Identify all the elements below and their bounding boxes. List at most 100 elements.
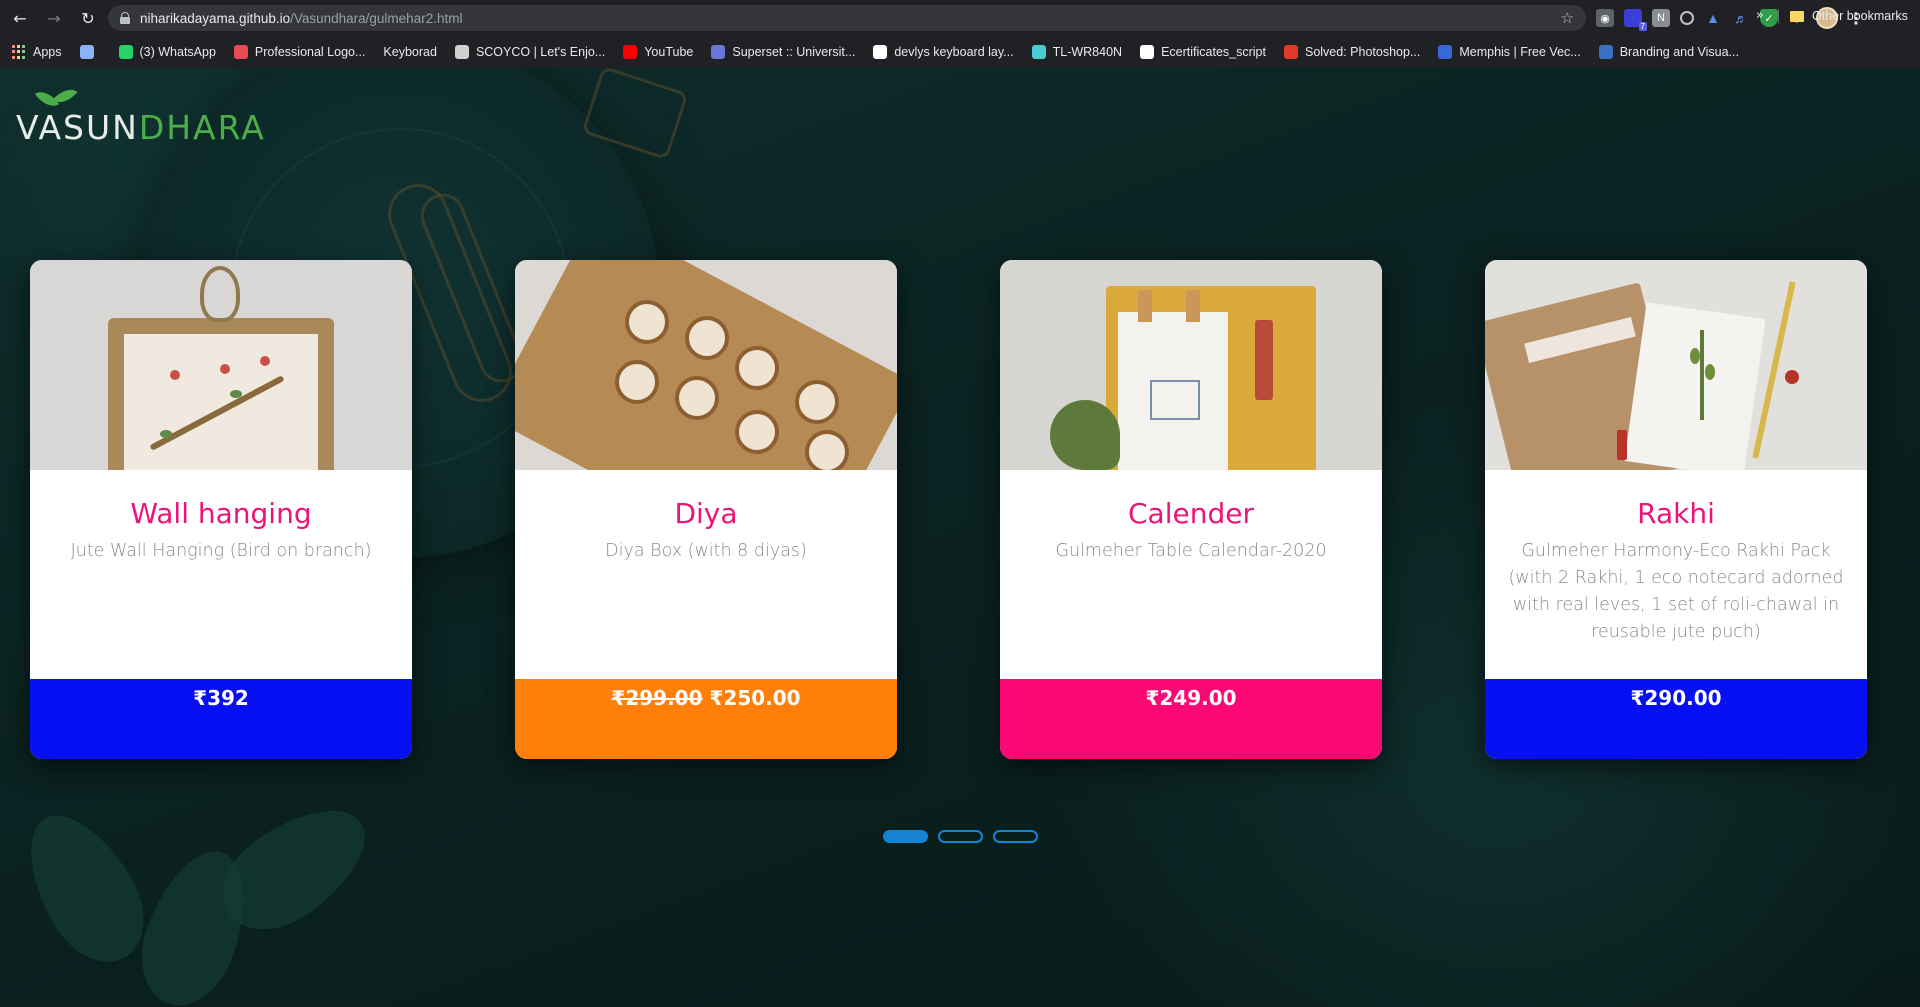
url-path: /Vasundhara/gulmehar2.html	[290, 10, 463, 26]
bookmark-label: TL-WR840N	[1052, 45, 1123, 59]
bookmark-item[interactable]: devlys keyboard lay...	[873, 45, 1014, 59]
camera-extension-icon[interactable]: ◉	[1596, 9, 1614, 27]
product-card-rakhi[interactable]: Rakhi Gulmeher Harmony-Eco Rakhi Pack (w…	[1485, 260, 1867, 759]
bookmark-label: Professional Logo...	[254, 45, 366, 59]
product-image-rakhi	[1485, 260, 1867, 470]
logo-maker-icon	[233, 45, 248, 59]
mail-icon	[79, 45, 94, 59]
bookmarks-overflow-icon[interactable]: »	[1756, 8, 1764, 23]
bookmark-item[interactable]: Professional Logo...	[233, 45, 366, 59]
other-bookmarks-label: Other bookmarks	[1812, 9, 1908, 23]
badge-extension-icon[interactable]	[1624, 9, 1648, 31]
freepik-icon	[1438, 45, 1453, 59]
carousel-dot-1[interactable]	[882, 830, 928, 843]
logo-text-part2: DHARA	[138, 108, 266, 147]
google-icon	[873, 45, 888, 59]
adobe-icon	[1283, 45, 1298, 59]
product-title: Diya	[674, 497, 738, 530]
product-price: ₹290.00	[1630, 686, 1722, 710]
back-icon[interactable]: ←	[6, 4, 34, 32]
n-extension-icon[interactable]: N	[1652, 9, 1670, 27]
bookmark-label: Apps	[33, 45, 62, 59]
volume-extension-icon[interactable]: ♬	[1732, 9, 1750, 27]
product-price-bar[interactable]: ₹290.00	[1485, 679, 1867, 759]
logo-text-part1: VASUN	[16, 108, 139, 147]
product-card-body: Rakhi Gulmeher Harmony-Eco Rakhi Pack (w…	[1485, 470, 1867, 679]
product-price: ₹249.00	[1145, 686, 1237, 710]
bookmark-item[interactable]: Solved: Photoshop...	[1283, 45, 1421, 59]
bookmark-label: YouTube	[644, 45, 694, 59]
product-description: Diya Box (with 8 diyas)	[605, 541, 807, 561]
bookmark-item[interactable]: Branding and Visua...	[1598, 45, 1740, 59]
bookmark-item[interactable]: Apps	[12, 45, 62, 59]
bookmark-item[interactable]: YouTube	[623, 45, 693, 59]
forward-icon[interactable]: →	[40, 4, 68, 32]
product-description: Gulmeher Table Calendar-2020	[1055, 541, 1327, 561]
carousel-dot-2[interactable]	[937, 830, 983, 843]
product-description: Gulmeher Harmony-Eco Rakhi Pack (with 2 …	[1508, 541, 1844, 642]
bookmark-item[interactable]: Ecertificates_script	[1140, 45, 1266, 59]
scoyco-icon	[454, 45, 469, 59]
site-logo[interactable]: VASUNDHARA	[16, 79, 316, 149]
ieee-icon	[1598, 45, 1613, 59]
bookmark-label: devlys keyboard lay...	[894, 45, 1014, 59]
bookmarks-divider	[1778, 9, 1779, 24]
page-content: VASUNDHARA Wall hanging Jute Wall Hangin…	[0, 68, 1920, 1007]
product-description: Jute Wall Hanging (Bird on branch)	[70, 541, 372, 561]
product-card-wall-hanging[interactable]: Wall hanging Jute Wall Hanging (Bird on …	[30, 260, 412, 759]
product-price-bar[interactable]: ₹249.00	[1000, 679, 1382, 759]
carousel-dot-3[interactable]	[992, 830, 1038, 843]
product-card-diya[interactable]: Diya Diya Box (with 8 diyas) ₹299.00 ₹25…	[515, 260, 897, 759]
record-extension-icon[interactable]	[1680, 11, 1694, 25]
bookmark-item[interactable]: TL-WR840N	[1031, 45, 1123, 59]
pin-extension-icon[interactable]: ▲	[1704, 9, 1722, 27]
bookmark-label: (3) WhatsApp	[139, 45, 216, 59]
browser-chrome: ← → ↻ niharikadayama.github.io/Vasundhar…	[0, 0, 1920, 68]
product-image-diya	[515, 260, 897, 470]
logo-text: VASUNDHARA	[16, 108, 266, 147]
address-bar[interactable]: niharikadayama.github.io/Vasundhara/gulm…	[108, 5, 1586, 31]
bookmark-label: Solved: Photoshop...	[1304, 45, 1421, 59]
product-title: Wall hanging	[130, 497, 312, 530]
tplink-icon	[1031, 45, 1046, 59]
bookmark-item[interactable]: (3) WhatsApp	[118, 45, 216, 59]
product-price-bar[interactable]: ₹392	[30, 679, 412, 759]
product-card-body: Wall hanging Jute Wall Hanging (Bird on …	[30, 470, 412, 679]
bookmark-item[interactable]: SCOYCO | Let's Enjo...	[454, 45, 606, 59]
bookmark-label: Memphis | Free Vec...	[1459, 45, 1581, 59]
superset-icon	[711, 45, 726, 59]
other-bookmarks[interactable]: Other bookmarks	[1790, 0, 1908, 32]
bookmarks-bar: Apps (3) WhatsApp Professional Logo... Keyb…	[0, 36, 1920, 68]
bookmark-item[interactable]: Memphis | Free Vec...	[1438, 45, 1581, 59]
reload-icon[interactable]: ↻	[74, 4, 102, 32]
bookmark-star-icon[interactable]: ☆	[1561, 9, 1574, 27]
bookmark-item[interactable]: Superset :: Universit...	[711, 45, 855, 59]
product-image-wall-hanging	[30, 260, 412, 470]
bookmark-label: Superset :: Universit...	[732, 45, 856, 59]
browser-toolbar: ← → ↻ niharikadayama.github.io/Vasundhar…	[0, 0, 1920, 36]
product-price: ₹250.00	[709, 686, 801, 710]
youtube-icon	[623, 45, 638, 59]
product-title: Rakhi	[1637, 497, 1715, 530]
bookmark-item[interactable]	[79, 45, 101, 59]
product-price-bar[interactable]: ₹299.00 ₹250.00	[515, 679, 897, 759]
product-image-calender	[1000, 260, 1382, 470]
product-card-calender[interactable]: Calender Gulmeher Table Calendar-2020 ₹2…	[1000, 260, 1382, 759]
bookmark-label: Branding and Visua...	[1619, 45, 1740, 59]
product-title: Calender	[1128, 497, 1254, 530]
bookmark-item[interactable]: Keyborad	[383, 45, 437, 59]
bookmark-label: Keyborad	[383, 45, 437, 59]
bookmark-label: Ecertificates_script	[1161, 45, 1266, 59]
whatsapp-icon	[118, 45, 133, 59]
bookmark-label: SCOYCO | Let's Enjo...	[475, 45, 606, 59]
product-card-body: Diya Diya Box (with 8 diyas)	[515, 470, 897, 679]
url-host: niharikadayama.github.io	[140, 10, 291, 26]
product-price: ₹392	[193, 686, 249, 710]
carousel-pagination	[0, 830, 1920, 843]
folder-icon	[1790, 10, 1804, 22]
lock-icon	[120, 12, 130, 24]
apps-grid-icon	[12, 45, 26, 59]
product-old-price: ₹299.00	[611, 686, 703, 710]
product-card-body: Calender Gulmeher Table Calendar-2020	[1000, 470, 1382, 679]
background-leaf	[6, 796, 164, 980]
